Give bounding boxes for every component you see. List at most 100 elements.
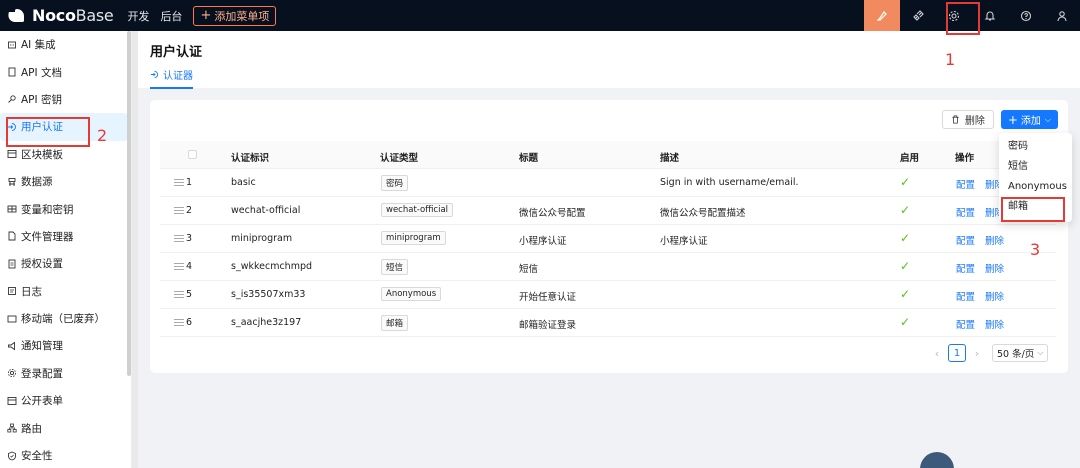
prev-page-icon[interactable]: ‹ (926, 347, 948, 360)
sidebar-item-public-forms[interactable]: 公开表单 (0, 387, 131, 414)
license-icon (7, 259, 17, 269)
sidebar-item-file-manager[interactable]: 文件管理器 (0, 223, 131, 250)
drag-handle-icon[interactable] (174, 235, 184, 242)
sidebar-item-logs[interactable]: 日志 (0, 278, 131, 305)
user-icon[interactable] (1044, 0, 1080, 31)
key-icon (7, 94, 17, 104)
page-size-select[interactable]: 50 条/页 ⌵ (992, 344, 1049, 362)
table-row[interactable]: 6 s_aacjhe3z197 邮箱 邮箱验证登录 ✓ 配置 删除 (160, 309, 1056, 337)
row-name: basic (231, 177, 256, 188)
nocobase-logo-icon (8, 8, 26, 24)
tab-authenticators[interactable]: 认证器 (150, 67, 193, 89)
sidebar-divider (132, 31, 138, 468)
chevron-down-icon: ⌵ (1037, 348, 1044, 357)
page-size-label: 50 条/页 (997, 349, 1035, 360)
logo[interactable]: Noco Base (8, 6, 114, 25)
sidebar-item-label: 区块模板 (21, 148, 63, 161)
sidebar-item-routes[interactable]: 路由 (0, 414, 131, 441)
highlighter-icon[interactable] (864, 0, 900, 31)
sidebar-item-label: 变量和密钥 (21, 203, 74, 216)
page-header: 用户认证 认证器 (138, 31, 1080, 89)
drag-handle-icon[interactable] (174, 179, 184, 186)
drag-handle-icon[interactable] (174, 207, 184, 214)
sidebar-item-notifications[interactable]: 通知管理 (0, 332, 131, 359)
help-icon[interactable] (1008, 0, 1044, 31)
shield-icon (7, 451, 17, 461)
row-index: 5 (186, 289, 193, 300)
chevron-down-icon: ⌵ (1044, 114, 1051, 124)
row-name: miniprogram (231, 233, 293, 244)
table-icon (7, 204, 17, 214)
annotation-box-user-auth (6, 117, 90, 147)
book-icon (7, 67, 17, 77)
plugin-icon[interactable] (900, 0, 936, 31)
file-icon (7, 231, 17, 241)
table-row[interactable]: 5 s_is35507xm33 Anonymous 开始任意认证 ✓ 配置 删除 (160, 281, 1056, 309)
row-index: 6 (186, 317, 193, 328)
table-header: 认证标识 认证类型 标题 描述 启用 操作 (160, 141, 1056, 169)
add-button[interactable]: + 添加 ⌵ (1000, 110, 1058, 129)
drag-handle-icon[interactable] (174, 319, 184, 326)
configure-link[interactable]: 配置 (956, 261, 975, 275)
logo-text-light: Base (75, 6, 114, 25)
configure-link[interactable]: 配置 (956, 177, 975, 191)
sidebar-scrollbar[interactable] (127, 31, 131, 376)
sidebar-item-variables[interactable]: 变量和密钥 (0, 195, 131, 222)
type-tag: 短信 (381, 259, 409, 275)
sidebar-item-label: AI 集成 (21, 39, 56, 52)
delete-link[interactable]: 删除 (985, 317, 1004, 331)
annotation-number-2: 2 (97, 126, 108, 145)
row-title: 微信公众号配置 (519, 208, 586, 219)
dropdown-item-sms[interactable]: 短信 (999, 157, 1072, 177)
assistant-avatar[interactable] (920, 452, 954, 468)
layout-icon (7, 149, 17, 159)
sidebar-item-label: 授权设置 (21, 258, 63, 271)
table-row[interactable]: 1 basic 密码 Sign in with username/email. … (160, 169, 1056, 197)
sidebar-item-api-keys[interactable]: API 密钥 (0, 86, 131, 113)
row-title: 小程序认证 (519, 236, 567, 247)
drag-handle-icon[interactable] (174, 291, 184, 298)
sidebar-item-license[interactable]: 授权设置 (0, 250, 131, 277)
sidebar-item-data-sources[interactable]: 数据源 (0, 168, 131, 195)
sidebar-item-api-docs[interactable]: API 文档 (0, 58, 131, 85)
drag-handle-icon[interactable] (174, 263, 184, 270)
delete-link[interactable]: 删除 (985, 261, 1004, 275)
select-all-checkbox[interactable] (188, 150, 197, 159)
configure-link[interactable]: 配置 (956, 289, 975, 303)
pagination: ‹ 1 › 50 条/页 ⌵ (926, 344, 1049, 362)
add-menu-item-button[interactable]: + 添加菜单项 (193, 5, 277, 26)
sidebar-item-label: 安全性 (21, 450, 53, 463)
configure-link[interactable]: 配置 (956, 205, 975, 219)
nav-dev[interactable]: 开发 (127, 8, 149, 24)
type-tag: wechat-official (381, 203, 454, 217)
dropdown-item-anonymous[interactable]: Anonymous (999, 177, 1072, 197)
sidebar-item-mobile[interactable]: 移动端（已废弃） (0, 305, 131, 332)
sidebar-item-security[interactable]: 安全性 (0, 442, 131, 468)
column-header-title: 标题 (519, 153, 539, 164)
row-name: s_is35507xm33 (231, 289, 306, 300)
sidebar-item-label: 路由 (21, 422, 42, 435)
dropdown-item-password[interactable]: 密码 (999, 137, 1072, 157)
type-tag: Anonymous (381, 287, 442, 301)
column-header-description: 描述 (660, 153, 680, 164)
sidebar-item-login-config[interactable]: 登录配置 (0, 360, 131, 387)
configure-link[interactable]: 配置 (956, 317, 975, 331)
delete-button[interactable]: 删除 (941, 110, 994, 129)
column-header-type: 认证类型 (380, 153, 419, 164)
table-row[interactable]: 2 wechat-official wechat-official 微信公众号配… (160, 197, 1056, 225)
delete-link[interactable]: 删除 (985, 233, 1004, 247)
row-title: 开始任意认证 (519, 292, 577, 303)
delete-label: 删除 (964, 116, 985, 127)
table-row[interactable]: 4 s_wkkecmchmpd 短信 短信 ✓ 配置 删除 (160, 253, 1056, 281)
configure-link[interactable]: 配置 (956, 233, 975, 247)
nav-admin[interactable]: 后台 (160, 8, 182, 24)
table-row[interactable]: 3 miniprogram miniprogram 小程序认证 小程序认证 ✓ … (160, 225, 1056, 253)
table-actions: 删除 + 添加 ⌵ (941, 110, 1058, 129)
next-page-icon[interactable]: › (966, 347, 988, 360)
sidebar-item-ai[interactable]: AI 集成 (0, 31, 131, 58)
sidebar-item-label: 移动端（已废弃） (21, 313, 105, 326)
plus-icon: + (200, 8, 212, 23)
delete-link[interactable]: 删除 (985, 289, 1004, 303)
login-icon (150, 70, 159, 79)
page-number[interactable]: 1 (948, 344, 966, 362)
